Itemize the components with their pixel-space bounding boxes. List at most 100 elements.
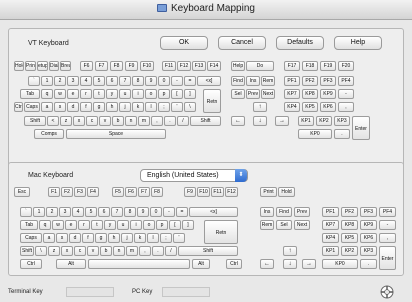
mac-key-ins[interactable]: Ins (260, 207, 274, 217)
vt-key-r[interactable]: r (80, 89, 92, 99)
vt-key-f9[interactable]: F9 (125, 61, 138, 71)
vt-key-dial[interactable]: Dial (49, 61, 59, 71)
vt-key-f10[interactable]: F10 (140, 61, 154, 71)
vt-key-lbracket[interactable]: [ (171, 89, 183, 99)
vt-key-7[interactable]: 7 (119, 76, 131, 86)
mac-key-7[interactable]: 7 (111, 207, 123, 217)
mac-key-backslash[interactable]: \ (35, 246, 47, 256)
vt-key-left-arrow[interactable]: ← (231, 116, 245, 126)
mac-key-left-arrow[interactable]: ← (260, 259, 274, 269)
mac-key-quote[interactable]: ' (173, 233, 185, 243)
vt-key-5[interactable]: 5 (93, 76, 105, 86)
vt-key-d[interactable]: d (67, 102, 79, 112)
vt-key-t[interactable]: t (93, 89, 105, 99)
vt-key-kp3[interactable]: KP3 (334, 116, 350, 126)
vt-key-rbracket[interactable]: ] (184, 89, 196, 99)
mac-key-equals[interactable]: = (176, 207, 188, 217)
mac-key-w[interactable]: w (52, 220, 64, 230)
mac-key-j[interactable]: j (121, 233, 133, 243)
vt-key-f[interactable]: f (80, 102, 92, 112)
mac-key-kp9[interactable]: KP9 (360, 220, 377, 230)
mac-key-i[interactable]: i (130, 220, 142, 230)
vt-key-quote[interactable]: ' (171, 102, 183, 112)
mac-key-f3[interactable]: F3 (74, 187, 86, 197)
mac-key-prev[interactable]: Prev (294, 207, 310, 217)
mac-key-b[interactable]: b (100, 246, 112, 256)
mac-key-rbracket[interactable]: ] (182, 220, 194, 230)
vt-key-f14[interactable]: F14 (207, 61, 221, 71)
mac-key-shift-left[interactable]: Shift (20, 246, 34, 256)
mac-key-return[interactable]: Retn (204, 220, 238, 244)
vt-key-i[interactable]: i (132, 89, 144, 99)
vt-key-f18[interactable]: F18 (302, 61, 318, 71)
mac-key-p[interactable]: p (156, 220, 168, 230)
vt-key-y[interactable]: y (106, 89, 118, 99)
vt-key-slash[interactable]: / (177, 116, 189, 126)
keyboard-layout-select[interactable]: English (United States) ⬍ (140, 169, 248, 182)
vt-key-ctrl[interactable]: Ctrl (14, 102, 23, 112)
vt-key-setup[interactable]: etup (37, 61, 48, 71)
vt-key-h[interactable]: h (106, 102, 118, 112)
mac-key-kp5[interactable]: KP5 (341, 233, 358, 243)
mac-key-kp-enter[interactable]: Enter (379, 246, 396, 270)
vt-key-return[interactable]: Retn (203, 89, 221, 113)
vt-key-compose[interactable]: Comps (34, 129, 64, 139)
vt-key-f11[interactable]: F11 (162, 61, 176, 71)
vt-key-pf4[interactable]: PF4 (338, 76, 354, 86)
mac-key-l[interactable]: l (147, 233, 159, 243)
vt-key-backslash[interactable]: \ (184, 102, 196, 112)
vt-key-select[interactable]: Sel (231, 89, 245, 99)
mac-key-up-arrow[interactable]: ↑ (283, 246, 297, 256)
vt-key-kp-comma[interactable]: , (338, 102, 354, 112)
vt-key-next[interactable]: Next (261, 89, 275, 99)
mac-key-alt-left[interactable]: Alt (56, 259, 86, 269)
vt-key-pf1[interactable]: PF1 (284, 76, 300, 86)
mac-key-kp8[interactable]: KP8 (341, 220, 358, 230)
vt-key-pf2[interactable]: PF2 (302, 76, 318, 86)
vt-key-s[interactable]: s (54, 102, 66, 112)
mac-key-z[interactable]: z (48, 246, 60, 256)
vt-key-help[interactable]: Help (231, 61, 245, 71)
mac-key-u[interactable]: u (117, 220, 129, 230)
mac-key-9[interactable]: 9 (137, 207, 149, 217)
vt-key-v[interactable]: v (99, 116, 111, 126)
mac-key-ctrl-right[interactable]: Ctrl (226, 259, 242, 269)
mac-key-comma[interactable]: , (139, 246, 151, 256)
vt-key-find[interactable]: Find (231, 76, 245, 86)
vt-key-kp7[interactable]: KP7 (284, 89, 300, 99)
mac-key-kp-dot[interactable]: . (360, 259, 377, 269)
vt-key-x[interactable]: x (73, 116, 85, 126)
mac-key-right-arrow[interactable]: → (302, 259, 316, 269)
mac-key-y[interactable]: y (104, 220, 116, 230)
vt-key-rem[interactable]: Rem (261, 76, 275, 86)
vt-key-a[interactable]: a (41, 102, 53, 112)
vt-key-f12[interactable]: F12 (177, 61, 191, 71)
vt-key-print[interactable]: Print (25, 61, 36, 71)
mac-key-kp3[interactable]: KP3 (360, 246, 377, 256)
vt-key-less-than[interactable]: < (47, 116, 59, 126)
vt-key-kp5[interactable]: KP5 (302, 102, 318, 112)
mac-key-pf1[interactable]: PF1 (322, 207, 339, 217)
mac-key-find[interactable]: Find (276, 207, 292, 217)
vt-key-equals[interactable]: = (184, 76, 196, 86)
mac-key-ctrl-left[interactable]: Ctrl (20, 259, 42, 269)
vt-key-u[interactable]: u (119, 89, 131, 99)
vt-key-kp0[interactable]: KP0 (298, 129, 332, 139)
mac-key-kp1[interactable]: KP1 (322, 246, 339, 256)
vt-key-c[interactable]: c (86, 116, 98, 126)
mac-key-m[interactable]: m (126, 246, 138, 256)
vt-key-f20[interactable]: F20 (338, 61, 354, 71)
vt-key-caps[interactable]: Caps (24, 102, 40, 112)
mac-key-next[interactable]: Next (294, 220, 310, 230)
vt-key-ins[interactable]: Ins (246, 76, 260, 86)
vt-key-prev[interactable]: Prev (246, 89, 260, 99)
vt-key-f7[interactable]: F7 (95, 61, 108, 71)
mac-key-minus[interactable]: - (163, 207, 175, 217)
mac-key-semicolon[interactable]: ; (160, 233, 172, 243)
vt-key-8[interactable]: 8 (132, 76, 144, 86)
mac-key-f11[interactable]: F11 (211, 187, 224, 197)
vt-key-kp4[interactable]: KP4 (284, 102, 300, 112)
vt-key-9[interactable]: 9 (145, 76, 157, 86)
mac-key-pf4[interactable]: PF4 (379, 207, 396, 217)
vt-key-f6[interactable]: F6 (80, 61, 93, 71)
